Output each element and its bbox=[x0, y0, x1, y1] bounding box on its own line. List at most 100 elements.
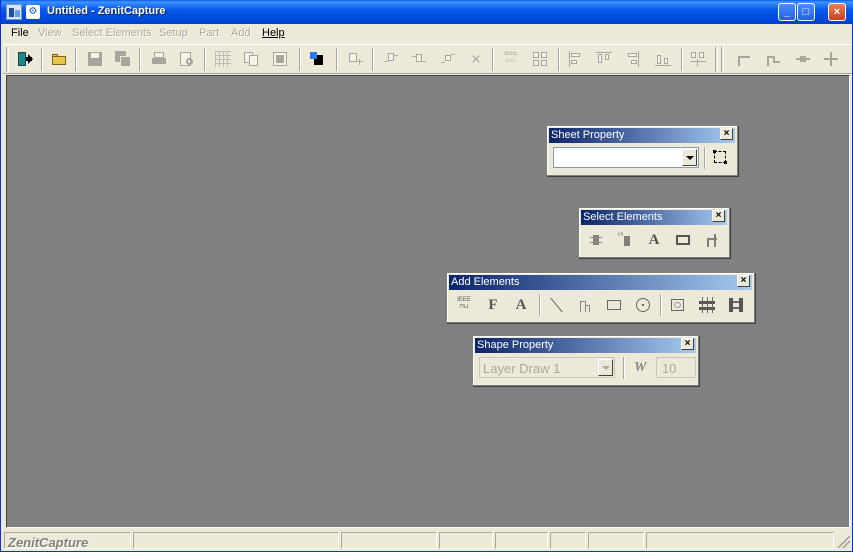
field-text-button[interactable]: F bbox=[482, 295, 504, 315]
delete-icon: ⨯ bbox=[470, 51, 482, 66]
maximize-button[interactable]: □ bbox=[797, 3, 815, 21]
sheet-bounds-button[interactable] bbox=[709, 147, 731, 167]
bus-button[interactable] bbox=[696, 295, 718, 315]
split-button[interactable] bbox=[530, 50, 550, 68]
align-bottom-button[interactable] bbox=[653, 50, 673, 68]
bus-icon bbox=[699, 297, 715, 313]
save-all-button[interactable] bbox=[113, 50, 133, 68]
polyline-button[interactable] bbox=[574, 295, 596, 315]
palette-title: Shape Property bbox=[477, 339, 554, 351]
resize-grip[interactable] bbox=[838, 536, 850, 548]
align-left-button[interactable] bbox=[566, 50, 586, 68]
menu-setup[interactable]: Setup bbox=[159, 27, 188, 39]
polyline-icon bbox=[577, 297, 593, 313]
palette-title: Add Elements bbox=[451, 276, 520, 288]
wire-line-button[interactable] bbox=[793, 50, 813, 68]
copy-button[interactable] bbox=[241, 50, 261, 68]
palette-title-bar[interactable]: Select Elements bbox=[581, 210, 727, 225]
add-elements-close-button[interactable]: × bbox=[737, 275, 750, 287]
menu-add[interactable]: Add bbox=[231, 27, 251, 39]
status-pane-main: ZenitCapture bbox=[4, 532, 131, 550]
mirror-icon bbox=[440, 51, 456, 67]
field-text-icon: F bbox=[488, 297, 498, 313]
palette-title-bar[interactable]: Add Elements bbox=[449, 275, 752, 290]
text-icon: A bbox=[515, 297, 527, 313]
menu-part[interactable]: Part bbox=[199, 27, 219, 39]
print-icon bbox=[151, 51, 167, 67]
open-button[interactable] bbox=[49, 50, 69, 68]
select-component-button[interactable] bbox=[585, 230, 607, 250]
align-top-button[interactable] bbox=[594, 50, 614, 68]
select-component-icon bbox=[588, 232, 604, 248]
circle-icon bbox=[635, 297, 651, 313]
select-pin-button[interactable]: Pi bbox=[614, 230, 636, 250]
select-pin-icon: Pi bbox=[617, 232, 633, 248]
print-button[interactable] bbox=[149, 50, 169, 68]
sheet-bounds-icon bbox=[712, 149, 728, 165]
distribute-button[interactable] bbox=[688, 50, 708, 68]
close-button[interactable]: × bbox=[828, 3, 846, 21]
status-pane bbox=[341, 532, 437, 549]
wire-step-button[interactable] bbox=[763, 50, 783, 68]
sheet-property-close-button[interactable]: × bbox=[720, 128, 733, 140]
rotate-right-button[interactable] bbox=[409, 50, 429, 68]
status-pane bbox=[550, 532, 586, 549]
menu-file[interactable]: File bbox=[11, 27, 29, 39]
layer-select[interactable]: Layer Draw 1 bbox=[479, 357, 615, 378]
line-width-value: 10 bbox=[662, 361, 677, 376]
sheet-size-select[interactable] bbox=[553, 147, 699, 168]
grid-icon bbox=[215, 51, 231, 67]
text-button[interactable]: A bbox=[510, 295, 532, 315]
ieee-symbol-icon: IEEE ▭▭ bbox=[504, 51, 518, 64]
select-wire-button[interactable] bbox=[701, 230, 723, 250]
wire-corner-button[interactable] bbox=[733, 50, 753, 68]
add-part-button[interactable] bbox=[345, 50, 365, 68]
palette-title-bar[interactable]: Shape Property bbox=[475, 338, 696, 353]
menu-view[interactable]: View bbox=[38, 27, 62, 39]
app-icon[interactable] bbox=[6, 4, 22, 20]
component-select-button[interactable] bbox=[307, 50, 327, 68]
connector-icon bbox=[728, 297, 744, 313]
width-label: W bbox=[634, 360, 647, 375]
connector-button[interactable] bbox=[725, 295, 747, 315]
select-wire-icon bbox=[704, 232, 720, 248]
ieee-part-button[interactable]: IEEE ⊓⊔ bbox=[453, 295, 475, 315]
ieee-symbol-button[interactable]: IEEE ▭▭ bbox=[501, 50, 521, 68]
main-toolbar: ⨯ IEEE ▭▭ bbox=[3, 44, 852, 74]
chevron-down-icon[interactable] bbox=[682, 149, 697, 166]
select-text-button[interactable]: A bbox=[643, 230, 665, 250]
toolbar-grip-3[interactable] bbox=[721, 47, 724, 72]
save-button[interactable] bbox=[85, 50, 105, 68]
window-menu-icon[interactable]: ⚙ bbox=[26, 5, 40, 19]
title-bar[interactable]: ⚙ Untitled - ZenitCapture _ □ × bbox=[1, 0, 853, 24]
print-preview-button[interactable] bbox=[177, 50, 197, 68]
toolbar-grip-2[interactable] bbox=[715, 47, 718, 72]
menu-select-elements[interactable]: Select Elements bbox=[72, 27, 151, 39]
shape-property-close-button[interactable]: × bbox=[681, 338, 694, 350]
wire-junction-button[interactable] bbox=[821, 50, 841, 68]
print-preview-icon bbox=[179, 51, 195, 67]
image-button[interactable] bbox=[667, 295, 689, 315]
select-elements-close-button[interactable]: × bbox=[712, 210, 725, 222]
chevron-down-icon[interactable] bbox=[598, 359, 613, 376]
menu-help[interactable]: Help bbox=[262, 27, 285, 39]
line-button[interactable] bbox=[546, 295, 568, 315]
layer-value: Layer Draw 1 bbox=[483, 361, 561, 376]
toolbar-grip[interactable] bbox=[6, 47, 9, 72]
palette-title-bar[interactable]: Sheet Property bbox=[549, 128, 735, 143]
minimize-button[interactable]: _ bbox=[778, 3, 796, 21]
rectangle-button[interactable] bbox=[603, 295, 625, 315]
mirror-button[interactable] bbox=[438, 50, 458, 68]
delete-button[interactable]: ⨯ bbox=[466, 50, 486, 68]
add-part-icon bbox=[347, 51, 363, 67]
select-rectangle-button[interactable] bbox=[672, 230, 694, 250]
grid-button[interactable] bbox=[213, 50, 233, 68]
align-right-button[interactable] bbox=[622, 50, 642, 68]
line-width-input[interactable]: 10 bbox=[656, 357, 696, 378]
circle-button[interactable] bbox=[632, 295, 654, 315]
exit-button[interactable] bbox=[15, 50, 35, 68]
zoom-fit-icon bbox=[272, 51, 288, 67]
save-icon bbox=[87, 51, 103, 67]
rotate-left-button[interactable] bbox=[381, 50, 401, 68]
zoom-fit-button[interactable] bbox=[270, 50, 290, 68]
